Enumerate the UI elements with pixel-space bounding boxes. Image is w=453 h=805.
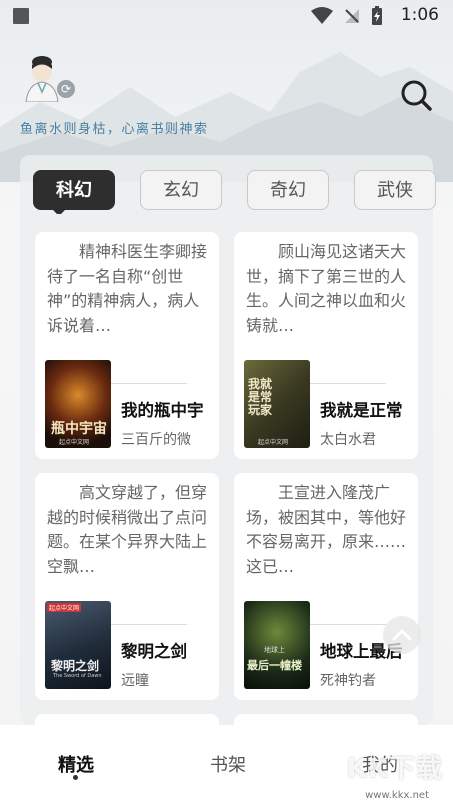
cover-title: 黎明之剑: [51, 659, 100, 673]
watermark-logo: KK下载: [346, 754, 443, 784]
tab-fantasy[interactable]: 玄幻: [140, 170, 222, 210]
book-cover[interactable]: 地球上 最后一幢楼: [244, 601, 310, 689]
status-bar: 1:06: [0, 0, 453, 32]
cover-publisher: 起点中文网: [258, 439, 289, 446]
book-cover[interactable]: 瓶中宇宙 起点中文网: [45, 360, 111, 448]
book-card[interactable]: 精神科医生李卿接待了一名自称“创世神”的精神病人，病人诉说着… 瓶中宇宙 起点中…: [35, 232, 219, 459]
nav-featured[interactable]: 精选: [58, 751, 94, 777]
wifi-icon: [311, 7, 333, 24]
book-author: 太白水君: [320, 432, 376, 448]
watermark-url: www.kkx.net: [365, 790, 429, 801]
cover-subtitle: The Sword of Dawn: [53, 673, 102, 679]
cover-title: 最后一幢楼: [247, 659, 302, 672]
chevron-up-icon[interactable]: [383, 616, 421, 654]
book-description: 高文穿越了，但穿越的时候稍微出了点问题。在某个异界大陆上空飘…: [47, 483, 208, 576]
book-card[interactable]: 顾山海见这诸天大世，摘下了第三世的人生。人间之神以血和火铸就… 我就是常玩家 起…: [234, 232, 418, 459]
cover-publisher: 起点中文网: [59, 439, 90, 446]
notification-icon: [13, 8, 29, 24]
search-icon[interactable]: [399, 78, 433, 112]
book-title: 我就是正常: [320, 401, 403, 420]
sync-icon[interactable]: ⟳: [57, 80, 75, 98]
book-description: 顾山海见这诸天大世，摘下了第三世的人生。人间之神以血和火铸就…: [246, 242, 407, 335]
battery-icon: [372, 6, 382, 25]
book-author: 远瞳: [121, 673, 149, 689]
cover-title: 瓶中宇宙: [51, 421, 107, 437]
book-description: 王宣进入隆茂广场，被困其中，等他好不容易离开，原来……这已…: [246, 483, 407, 576]
book-description: 精神科医生李卿接待了一名自称“创世神”的精神病人，病人诉说着…: [47, 242, 208, 335]
tab-magic[interactable]: 奇幻: [247, 170, 329, 210]
book-title: 黎明之剑: [121, 642, 187, 661]
no-signal-icon: [345, 9, 359, 23]
nav-bookshelf[interactable]: 书架: [210, 751, 246, 777]
book-author: 死神钓者: [320, 673, 376, 689]
book-card[interactable]: 王宣进入隆茂广场，被困其中，等他好不容易离开，原来……这已… 地球上 最后一幢楼…: [234, 473, 418, 700]
book-card[interactable]: 高文穿越了，但穿越的时候稍微出了点问题。在某个异界大陆上空飘… 起点中文网 黎明…: [35, 473, 219, 700]
tab-wuxia[interactable]: 武侠: [354, 170, 436, 210]
status-time: 1:06: [400, 5, 439, 25]
cover-title: 我就是常玩家: [248, 377, 273, 417]
category-tabs: 科幻 玄幻 奇幻 武侠: [33, 170, 453, 214]
book-title: 我的瓶中宇: [121, 401, 204, 420]
cover-badge: 起点中文网: [47, 603, 82, 612]
book-author: 三百斤的微: [121, 432, 191, 448]
book-cover[interactable]: 起点中文网 黎明之剑 The Sword of Dawn: [45, 601, 111, 689]
book-cover[interactable]: 我就是常玩家 起点中文网: [244, 360, 310, 448]
tab-scifi[interactable]: 科幻: [33, 170, 115, 214]
slogan: 鱼离水则身枯，心离书则神索: [20, 122, 209, 137]
divider: [111, 383, 187, 384]
divider: [310, 624, 386, 625]
divider: [310, 383, 386, 384]
cover-subtitle: 地球上: [264, 646, 285, 654]
divider: [111, 624, 187, 625]
nav-active-indicator: [73, 775, 78, 780]
